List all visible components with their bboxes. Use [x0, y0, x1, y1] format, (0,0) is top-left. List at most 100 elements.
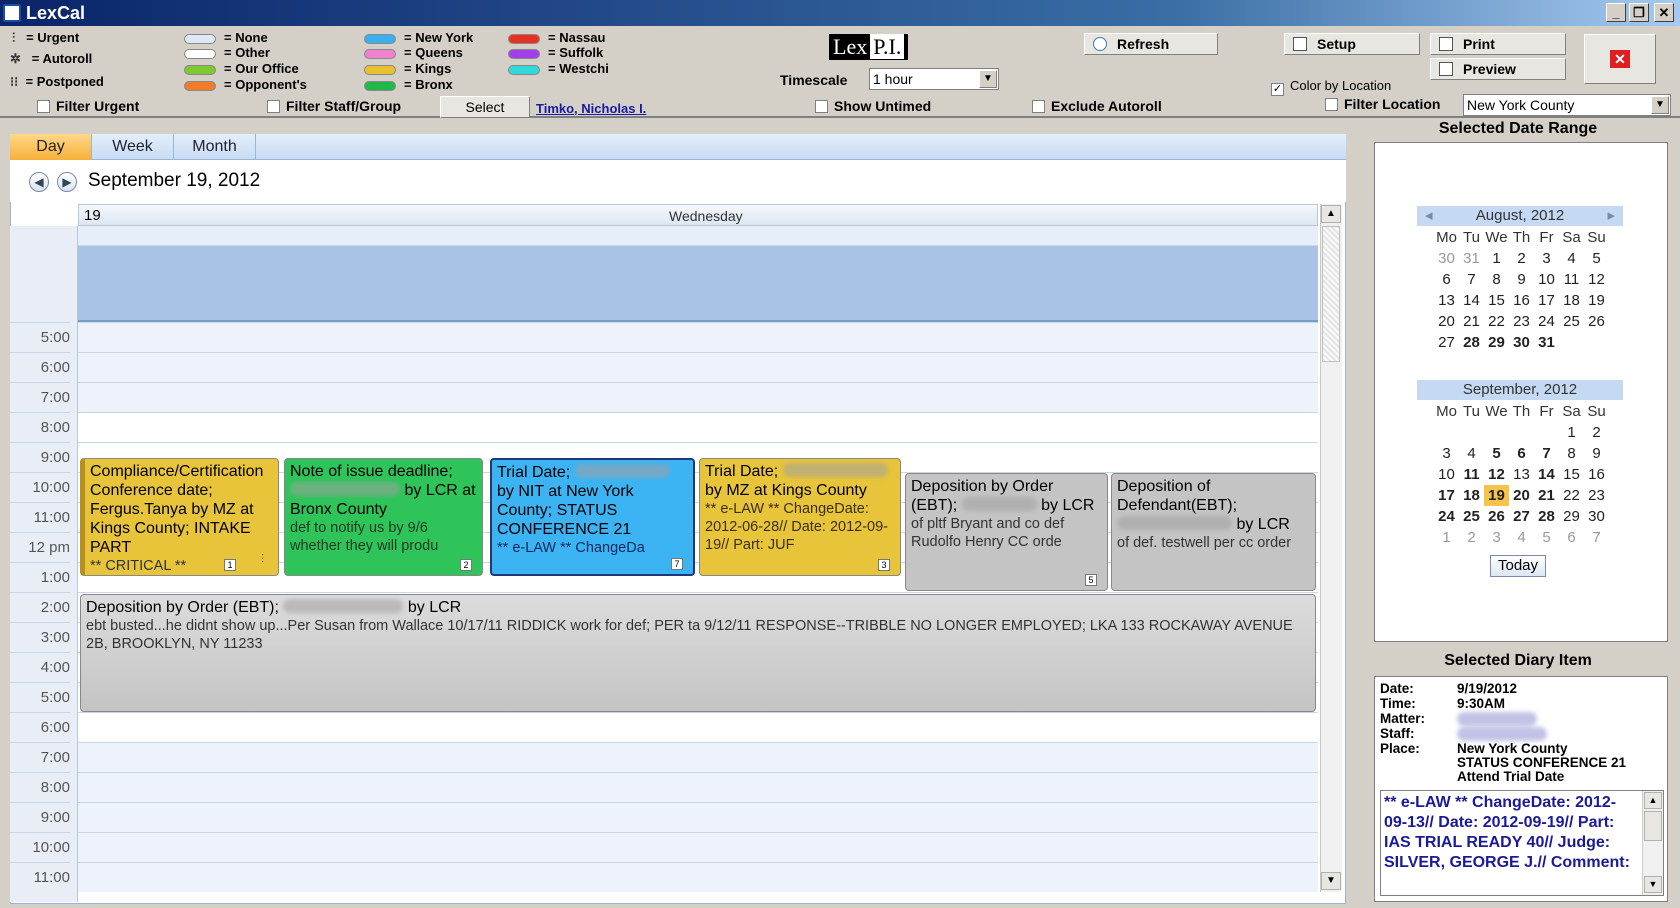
tab-week[interactable]: Week: [92, 134, 174, 160]
day-cell[interactable]: 19: [1484, 485, 1509, 506]
chevron-down-icon[interactable]: ▼: [979, 70, 997, 88]
day-cell[interactable]: 29: [1559, 506, 1584, 527]
day-cell[interactable]: 31: [1534, 332, 1559, 353]
day-cell[interactable]: 12: [1484, 464, 1509, 485]
time-slot-row[interactable]: [78, 382, 1318, 412]
appointment-note-of-issue[interactable]: Note of issue deadline; by LCR at Bronx …: [284, 458, 483, 576]
day-cell[interactable]: 7: [1534, 443, 1559, 464]
next-month-icon[interactable]: ▸: [1607, 206, 1615, 226]
checkbox-box[interactable]: [815, 100, 828, 113]
day-cell[interactable]: 9: [1584, 443, 1609, 464]
day-cell[interactable]: 17: [1534, 290, 1559, 311]
scroll-thumb[interactable]: [1322, 226, 1340, 362]
day-cell[interactable]: 2: [1459, 527, 1484, 548]
day-cell[interactable]: 15: [1484, 290, 1509, 311]
day-cell[interactable]: 28: [1534, 506, 1559, 527]
day-cell[interactable]: 10: [1434, 464, 1459, 485]
timescale-select[interactable]: 1 hour ▼: [869, 68, 999, 90]
note-scroll-down[interactable]: ▼: [1644, 876, 1662, 893]
day-cell[interactable]: 30: [1584, 506, 1609, 527]
scroll-up-button[interactable]: ▲: [1321, 205, 1341, 223]
restore-button[interactable]: ❐: [1629, 3, 1649, 22]
checkbox-box[interactable]: [1032, 100, 1045, 113]
today-button[interactable]: Today: [1490, 555, 1546, 577]
all-day-area[interactable]: [78, 226, 1318, 322]
time-slot-row[interactable]: [78, 412, 1318, 442]
day-cell[interactable]: 29: [1484, 332, 1509, 353]
tab-day[interactable]: Day: [10, 134, 92, 160]
day-cell[interactable]: 6: [1434, 269, 1459, 290]
day-cell[interactable]: 18: [1459, 485, 1484, 506]
staff-name-link[interactable]: Timko, Nicholas I.: [536, 101, 646, 116]
day-cell[interactable]: 20: [1509, 485, 1534, 506]
day-cell[interactable]: 5: [1534, 527, 1559, 548]
day-cell[interactable]: 17: [1434, 485, 1459, 506]
day-cell[interactable]: 3: [1434, 443, 1459, 464]
checkbox-box[interactable]: [37, 100, 50, 113]
refresh-button[interactable]: Refresh: [1084, 33, 1218, 55]
note-scrollbar[interactable]: ▲ ▼: [1642, 791, 1663, 895]
day-cell[interactable]: 16: [1584, 464, 1609, 485]
filter-staff-checkbox[interactable]: Filter Staff/Group: [267, 98, 401, 114]
preview-button[interactable]: Preview: [1430, 58, 1566, 80]
day-cell[interactable]: 6: [1509, 443, 1534, 464]
time-slot-row[interactable]: [78, 712, 1318, 742]
day-cell[interactable]: 23: [1509, 311, 1534, 332]
time-slot-row[interactable]: [78, 832, 1318, 862]
day-cell[interactable]: 28: [1459, 332, 1484, 353]
scroll-down-button[interactable]: ▼: [1321, 872, 1341, 890]
diary-note[interactable]: ** e-LAW ** ChangeDate: 2012-09-13// Dat…: [1380, 790, 1664, 896]
time-slot-row[interactable]: [78, 742, 1318, 772]
appointment-deposition-order[interactable]: Deposition by Order (EBT); by LCR of plt…: [905, 473, 1108, 591]
day-cell[interactable]: 31: [1459, 248, 1484, 269]
appointment-deposition-defendant[interactable]: Deposition of Defendant(EBT); by LCR of …: [1111, 473, 1316, 591]
prev-month-icon[interactable]: ◂: [1425, 206, 1433, 226]
day-cell[interactable]: 4: [1509, 527, 1534, 548]
day-cell[interactable]: 12: [1584, 269, 1609, 290]
day-cell[interactable]: 11: [1459, 464, 1484, 485]
day-cell[interactable]: 7: [1584, 527, 1609, 548]
day-cell[interactable]: 3: [1534, 248, 1559, 269]
exclude-autoroll-checkbox[interactable]: Exclude Autoroll: [1032, 98, 1162, 114]
minimize-button[interactable]: _: [1606, 3, 1626, 22]
day-cell[interactable]: 5: [1484, 443, 1509, 464]
show-untimed-checkbox[interactable]: Show Untimed: [815, 98, 931, 114]
chevron-down-icon[interactable]: ▼: [1651, 96, 1669, 114]
day-cell[interactable]: 8: [1484, 269, 1509, 290]
tab-month[interactable]: Month: [174, 134, 256, 160]
day-cell[interactable]: 23: [1584, 485, 1609, 506]
day-cell[interactable]: 14: [1459, 290, 1484, 311]
appointment-trial-date-ny[interactable]: Trial Date; by NIT at New York County; S…: [490, 458, 695, 576]
select-staff-button[interactable]: Select: [440, 96, 530, 118]
day-cell[interactable]: 2: [1584, 422, 1609, 443]
time-slot-row[interactable]: [78, 802, 1318, 832]
day-cell[interactable]: 26: [1584, 311, 1609, 332]
day-cell[interactable]: 27: [1509, 506, 1534, 527]
day-cell[interactable]: 5: [1584, 248, 1609, 269]
day-cell[interactable]: 6: [1559, 527, 1584, 548]
checkbox-box[interactable]: [1325, 98, 1338, 111]
prev-day-button[interactable]: ◀: [29, 172, 49, 192]
day-cell[interactable]: 19: [1584, 290, 1609, 311]
setup-button[interactable]: Setup: [1284, 33, 1420, 55]
day-cell[interactable]: 4: [1559, 248, 1584, 269]
day-cell[interactable]: 24: [1534, 311, 1559, 332]
day-cell[interactable]: 25: [1459, 506, 1484, 527]
day-cell[interactable]: 22: [1559, 485, 1584, 506]
day-cell[interactable]: 11: [1559, 269, 1584, 290]
day-cell[interactable]: 8: [1559, 443, 1584, 464]
day-cell[interactable]: 13: [1509, 464, 1534, 485]
day-cell[interactable]: 21: [1459, 311, 1484, 332]
time-slot-row[interactable]: [78, 352, 1318, 382]
day-cell[interactable]: 15: [1559, 464, 1584, 485]
day-cell[interactable]: 16: [1509, 290, 1534, 311]
checkbox-box[interactable]: [267, 100, 280, 113]
time-slot-row[interactable]: [78, 322, 1318, 352]
location-select[interactable]: New York County ▼: [1463, 94, 1671, 116]
day-cell[interactable]: 10: [1534, 269, 1559, 290]
note-scroll-up[interactable]: ▲: [1644, 792, 1662, 809]
print-button[interactable]: Print: [1430, 33, 1566, 55]
time-slot-row[interactable]: [78, 772, 1318, 802]
appointment-trial-date-kings[interactable]: Trial Date; by MZ at Kings County ** e-L…: [699, 458, 901, 576]
day-cell[interactable]: 20: [1434, 311, 1459, 332]
